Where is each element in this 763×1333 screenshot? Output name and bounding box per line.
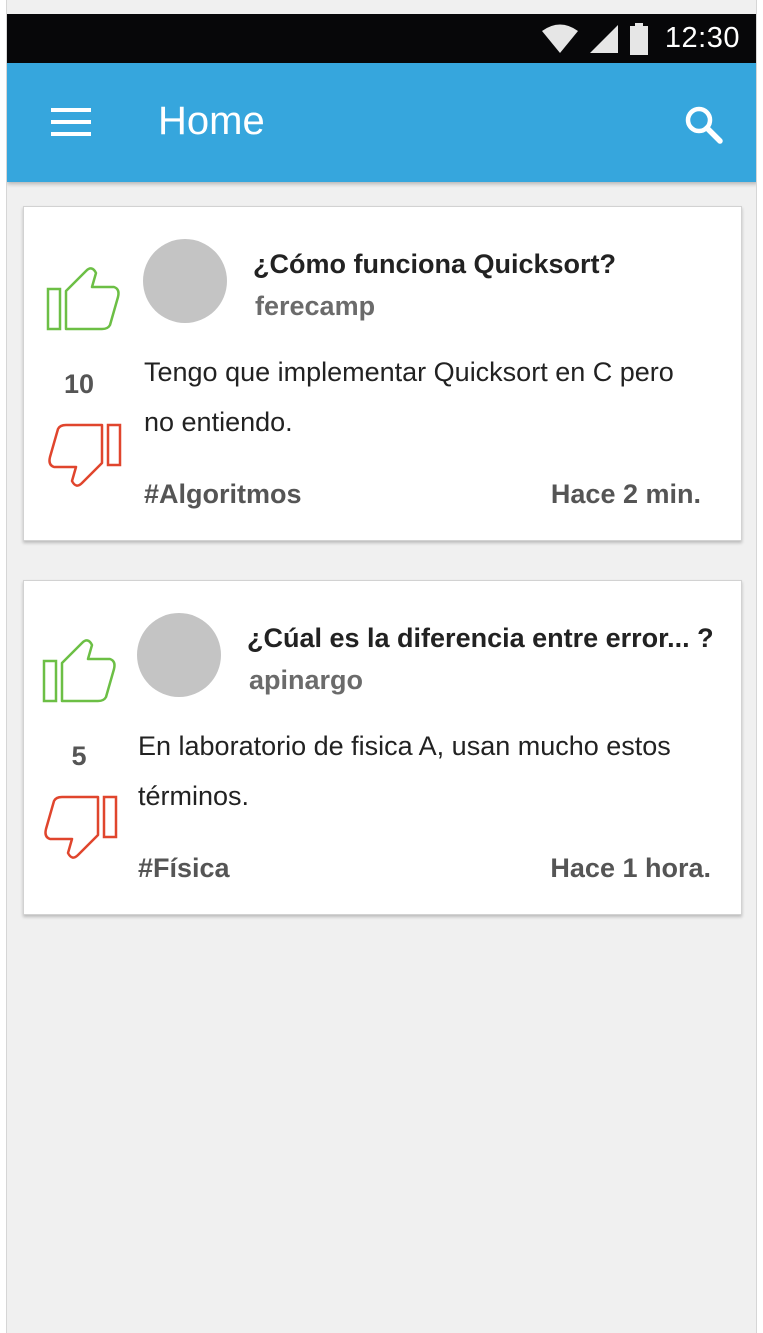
wifi-icon xyxy=(541,24,578,53)
post-author[interactable]: apinargo xyxy=(249,665,363,696)
thumbs-down-icon[interactable] xyxy=(42,793,118,863)
post-card[interactable]: 5 ¿Cúal es la diferencia entre error... … xyxy=(23,580,742,915)
post-time: Hace 2 min. xyxy=(550,479,701,509)
post-body-line: no entiendo. xyxy=(144,407,293,437)
vote-score: 10 xyxy=(63,369,95,399)
post-tag[interactable]: #Física xyxy=(138,853,230,884)
hamburger-menu-icon[interactable] xyxy=(51,108,91,136)
post-body: Tengo que implementar Quicksort en C per… xyxy=(144,347,734,447)
thumbs-down-icon[interactable] xyxy=(46,421,122,491)
battery-icon xyxy=(629,22,648,55)
vote-column: 10 xyxy=(24,207,134,540)
status-bar: 12:30 xyxy=(7,14,756,63)
avatar xyxy=(143,239,227,323)
post-body-line: términos. xyxy=(138,781,250,811)
avatar xyxy=(137,613,221,697)
status-time: 12:30 xyxy=(664,22,740,54)
post-title[interactable]: ¿Cúal es la diferencia entre error... ? xyxy=(247,623,714,654)
post-time: Hace 1 hora. xyxy=(550,853,711,883)
post-body-line: Tengo que implementar Quicksort en C per… xyxy=(144,357,674,387)
phone-screen: 12:30 Home 10 ¿Cómo funciona Quicksort? … xyxy=(6,0,757,1333)
post-author[interactable]: ferecamp xyxy=(255,291,375,322)
post-title[interactable]: ¿Cómo funciona Quicksort? xyxy=(253,249,616,280)
post-card[interactable]: 10 ¿Cómo funciona Quicksort? ferecamp Te… xyxy=(23,206,742,541)
app-bar: Home xyxy=(7,63,756,182)
search-icon[interactable] xyxy=(684,105,724,145)
vote-score: 5 xyxy=(71,741,87,771)
post-tag[interactable]: #Algoritmos xyxy=(144,479,302,510)
post-body: En laboratorio de fisica A, usan mucho e… xyxy=(138,721,734,821)
vote-column: 5 xyxy=(24,581,134,914)
thumbs-up-icon[interactable] xyxy=(42,635,118,705)
post-body-line: En laboratorio de fisica A, usan mucho e… xyxy=(138,731,671,761)
cell-signal-icon xyxy=(589,24,618,53)
page-title: Home xyxy=(158,99,265,143)
thumbs-up-icon[interactable] xyxy=(46,263,122,333)
